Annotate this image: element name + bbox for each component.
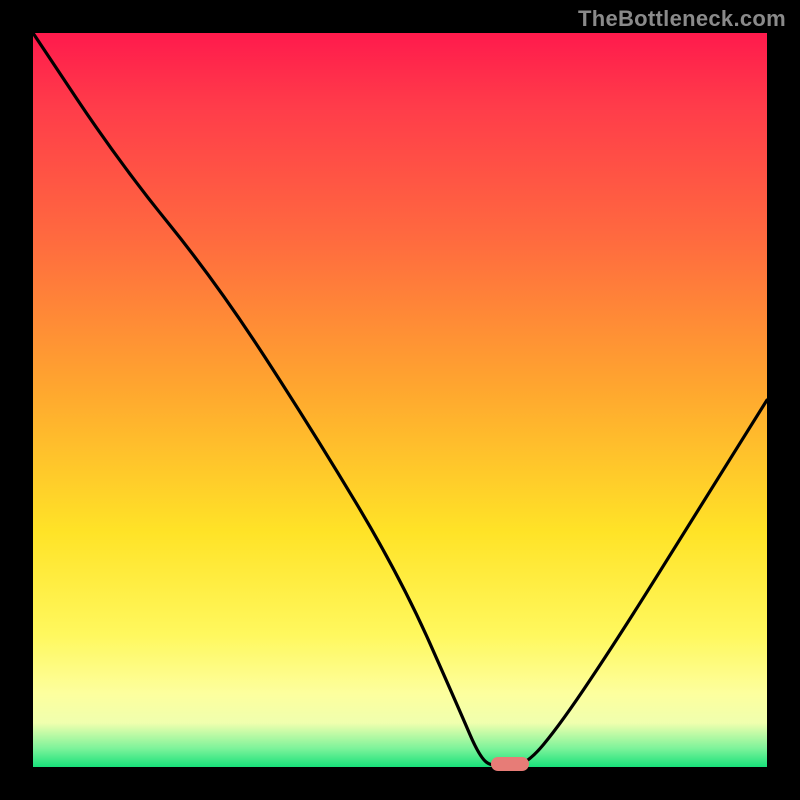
plot-area [33, 33, 767, 767]
watermark-text: TheBottleneck.com [578, 6, 786, 32]
curve-path [33, 33, 767, 767]
chart-frame: TheBottleneck.com [0, 0, 800, 800]
optimal-marker [491, 757, 529, 771]
bottleneck-curve [33, 33, 767, 767]
